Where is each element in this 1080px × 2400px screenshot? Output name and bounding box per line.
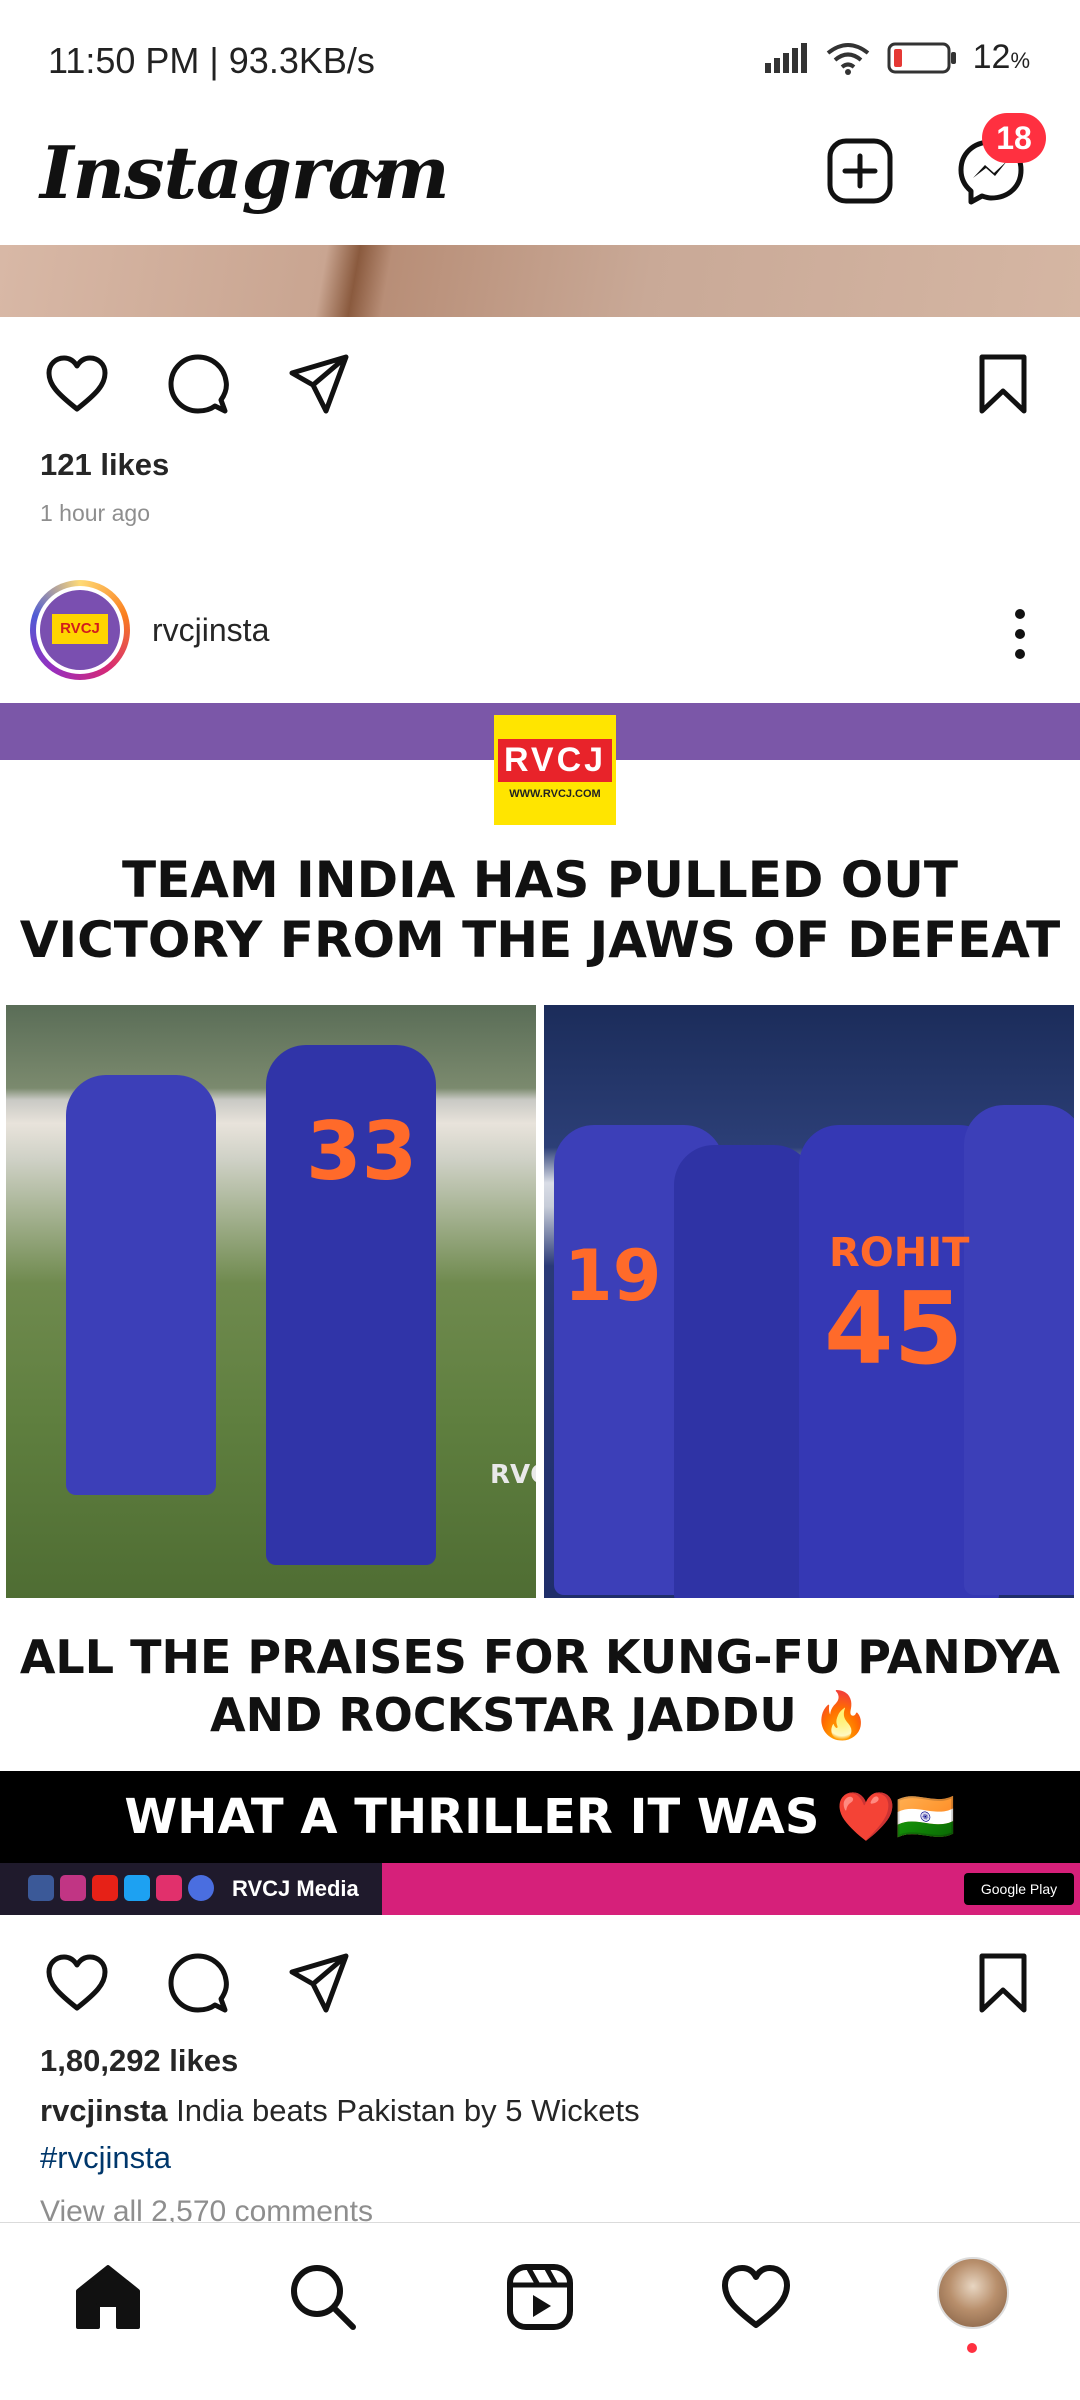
caption-text: India beats Pakistan by 5 Wickets <box>167 2093 640 2128</box>
caption-username[interactable]: rvcjinsta <box>40 2093 168 2128</box>
status-time: 11:50 PM | 93.3KB/s <box>48 40 375 81</box>
bookmark-icon[interactable] <box>970 1950 1036 2016</box>
facebook-icon <box>28 1875 54 1901</box>
image-footer-bar: RVCJ Media Google Play <box>0 1863 1080 1915</box>
post-username[interactable]: rvcjinsta <box>152 612 269 649</box>
instagram-icon <box>60 1875 86 1901</box>
jersey-number-rohit: 45 <box>824 1270 964 1387</box>
messages-badge: 18 <box>982 113 1046 163</box>
google-play-badge: Google Play <box>964 1873 1074 1905</box>
image-headline-line1: TEAM INDIA HAS PULLED OUT <box>122 851 958 909</box>
create-icon[interactable] <box>825 136 895 206</box>
activity-icon[interactable] <box>718 2259 794 2335</box>
share-icon[interactable] <box>286 351 352 417</box>
comment-icon[interactable] <box>165 351 231 417</box>
post-caption: rvcjinsta India beats Pakistan by 5 Wick… <box>40 2093 640 2129</box>
previous-post-time: 1 hour ago <box>40 500 150 526</box>
battery-icon <box>887 42 956 73</box>
avatar[interactable]: RVCJ <box>30 580 130 680</box>
app-header: Instagram <box>0 110 1080 245</box>
battery-percent: 12% <box>972 38 1030 76</box>
chevron-down-icon[interactable] <box>358 162 394 186</box>
previous-post-likes[interactable]: 121 likes <box>40 447 169 483</box>
bottom-nav <box>0 2222 1080 2400</box>
post-likes[interactable]: 1,80,292 likes <box>40 2043 238 2079</box>
signal-icon <box>764 42 807 73</box>
reels-icon[interactable] <box>502 2259 578 2335</box>
profile-notification-dot <box>967 2343 977 2353</box>
image-watermark: RVCJ <box>490 1460 536 1490</box>
post-header: RVCJ rvcjinsta <box>0 570 1080 695</box>
image-headline-line2: VICTORY FROM THE JAWS OF DEFEAT <box>19 911 1061 969</box>
wifi-icon <box>826 42 869 75</box>
post-actions <box>0 1932 1080 2032</box>
heart-icon[interactable] <box>44 351 110 417</box>
profile-avatar[interactable] <box>937 2257 1009 2329</box>
search-icon[interactable] <box>285 2259 361 2335</box>
twitter-icon <box>124 1875 150 1901</box>
jersey-number-dk: 19 <box>564 1235 662 1317</box>
post-image[interactable]: RVCJ WWW.RVCJ.COM TEAM INDIA HAS PULLED … <box>0 703 1080 1915</box>
image-caption-line1: ALL THE PRAISES FOR KUNG-FU PANDYA <box>19 1630 1061 1684</box>
rvcj-logo: RVCJ WWW.RVCJ.COM <box>494 715 616 825</box>
comment-icon[interactable] <box>165 1950 231 2016</box>
avatar-logo: RVCJ <box>52 614 108 644</box>
play-icon <box>188 1875 214 1901</box>
jersey-number-left: 33 <box>306 1105 418 1198</box>
post-hashtag[interactable]: #rvcjinsta <box>40 2140 171 2176</box>
status-bar: 11:50 PM | 93.3KB/s 12% <box>0 0 1080 110</box>
home-icon[interactable] <box>70 2259 146 2335</box>
more-options-icon[interactable] <box>1000 606 1040 662</box>
image-caption: ALL THE PRAISES FOR KUNG-FU PANDYA AND R… <box>0 1628 1080 1744</box>
previous-post-image[interactable] <box>0 245 1080 317</box>
status-icons: 12% <box>763 38 1030 77</box>
image-thriller-banner: WHAT A THRILLER IT WAS ❤️🇮🇳 <box>0 1771 1080 1863</box>
heart-icon[interactable] <box>44 1950 110 2016</box>
bookmark-icon[interactable] <box>970 351 1036 417</box>
image-caption-line2: AND ROCKSTAR JADDU 🔥 <box>210 1688 870 1742</box>
youtube-icon <box>92 1875 118 1901</box>
share-icon[interactable] <box>286 1950 352 2016</box>
app-icon <box>156 1875 182 1901</box>
photo-right: 19 ROHIT 45 <box>544 1005 1074 1598</box>
photo-left: 33 RVCJ <box>6 1005 536 1598</box>
previous-post-actions <box>0 333 1080 433</box>
